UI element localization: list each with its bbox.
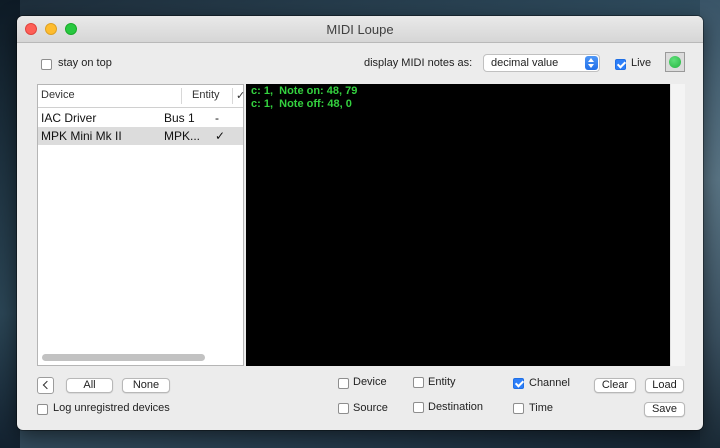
display-notes-label: display MIDI notes as: — [364, 57, 473, 69]
chevron-updown-icon — [585, 56, 598, 70]
column-divider — [181, 88, 182, 104]
column-header-check[interactable]: ✓ — [236, 89, 245, 102]
live-checkbox[interactable] — [615, 59, 626, 70]
entity-name: MPK... — [164, 129, 201, 143]
log-line: c: 1, Note off: 48, 0 — [251, 98, 352, 110]
filter-time-label[interactable]: Time — [529, 402, 553, 414]
midi-loupe-window: MIDI Loupe stay on top display MIDI note… — [17, 16, 703, 430]
log-unregistered-checkbox[interactable] — [37, 404, 48, 415]
title-bar[interactable]: MIDI Loupe — [17, 16, 703, 43]
midi-log-view[interactable]: c: 1, Note on: 48, 79 c: 1, Note off: 48… — [246, 84, 670, 366]
filter-channel-label[interactable]: Channel — [529, 377, 570, 389]
window-title: MIDI Loupe — [326, 22, 394, 37]
log-line: c: 1, Note on: 48, 79 — [251, 85, 358, 97]
filter-source-checkbox[interactable] — [338, 403, 349, 414]
filter-device-checkbox[interactable] — [338, 378, 349, 389]
filter-channel-checkbox[interactable] — [513, 378, 524, 389]
table-header: Device Entity ✓ — [38, 85, 245, 108]
display-format-select[interactable]: decimal value — [483, 54, 600, 72]
stay-on-top-checkbox[interactable] — [41, 59, 52, 70]
table-row[interactable]: IAC Driver Bus 1 - — [38, 109, 243, 127]
column-header-entity[interactable]: Entity — [192, 89, 220, 101]
device-table[interactable]: Device Entity ✓ IAC Driver Bus 1 - MPK M… — [37, 84, 245, 366]
entity-name: Bus 1 — [164, 111, 195, 125]
none-button[interactable]: None — [122, 378, 170, 393]
table-row-selected[interactable]: MPK Mini Mk II MPK... ✓ — [38, 127, 243, 145]
device-name: IAC Driver — [41, 111, 97, 125]
stay-on-top-label[interactable]: stay on top — [58, 57, 112, 69]
live-label[interactable]: Live — [631, 57, 651, 69]
chevron-left-icon[interactable] — [37, 377, 54, 394]
device-name: MPK Mini Mk II — [41, 129, 122, 143]
horizontal-scrollbar[interactable] — [42, 354, 205, 361]
filter-destination-checkbox[interactable] — [413, 402, 424, 413]
enabled-mark[interactable]: ✓ — [215, 129, 225, 143]
log-vertical-scrollbar[interactable] — [670, 84, 685, 366]
filter-device-label[interactable]: Device — [353, 376, 387, 388]
enabled-mark[interactable]: - — [215, 111, 219, 125]
desktop-background-right — [700, 0, 720, 448]
filter-source-label[interactable]: Source — [353, 402, 388, 414]
filter-destination-label[interactable]: Destination — [428, 401, 483, 413]
all-button[interactable]: All — [66, 378, 113, 393]
column-divider — [232, 88, 233, 104]
column-header-device[interactable]: Device — [41, 89, 75, 101]
activity-indicator — [665, 52, 685, 72]
log-unregistered-label[interactable]: Log unregistred devices — [53, 402, 170, 414]
clear-button[interactable]: Clear — [594, 378, 636, 393]
save-button[interactable]: Save — [644, 402, 685, 417]
filter-time-checkbox[interactable] — [513, 403, 524, 414]
display-format-value: decimal value — [491, 57, 559, 69]
status-led-icon — [669, 56, 681, 68]
filter-entity-label[interactable]: Entity — [428, 376, 456, 388]
load-button[interactable]: Load — [645, 378, 684, 393]
filter-entity-checkbox[interactable] — [413, 377, 424, 388]
